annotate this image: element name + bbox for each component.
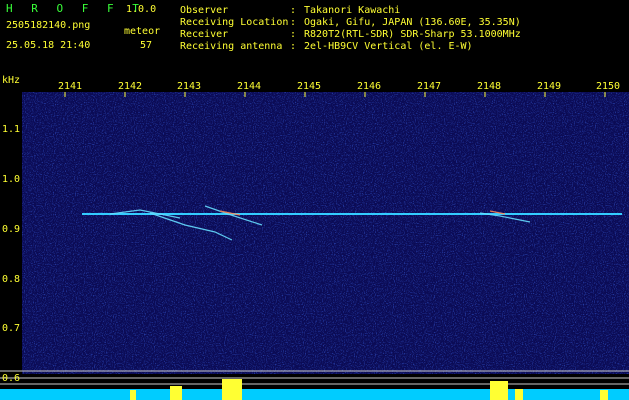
y-tick-label: 0.9 xyxy=(2,224,21,235)
y-tick-label: 1.0 xyxy=(2,174,21,185)
y-tick-label: 1.1 xyxy=(2,124,21,135)
waterfall-noise xyxy=(22,92,629,374)
amplitude-baseline xyxy=(0,389,629,400)
y-tick-label: 0.7 xyxy=(2,323,21,334)
waterfall-display xyxy=(0,92,629,400)
y-tick-label: 0.6 xyxy=(2,373,21,384)
y-tick-label: 0.8 xyxy=(2,274,21,285)
